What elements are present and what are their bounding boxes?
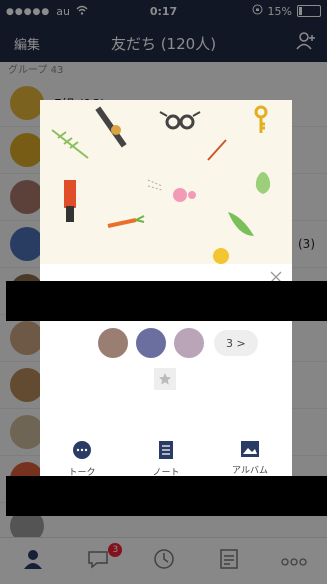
avatar [96, 326, 130, 360]
album-button[interactable]: アルバム [208, 440, 292, 476]
note-icon [158, 440, 174, 463]
card-actions: トーク ノート アルバム [40, 440, 292, 476]
avatar [172, 326, 206, 360]
album-icon [240, 440, 260, 461]
talk-label: トーク [68, 468, 96, 476]
note-button[interactable]: ノート [124, 440, 208, 476]
more-members-button[interactable]: 3 > [214, 330, 258, 356]
favorite-star-icon[interactable] [154, 368, 176, 390]
close-icon[interactable] [270, 268, 282, 283]
member-avatars[interactable]: 3 > [96, 326, 258, 360]
album-label: アルバム [232, 466, 268, 476]
note-label: ノート [152, 468, 180, 476]
talk-button[interactable]: トーク [40, 440, 124, 476]
redaction-bar [6, 476, 327, 516]
redaction-bar [6, 281, 327, 321]
cover-image [40, 100, 292, 264]
chat-bubble-icon [71, 440, 93, 463]
avatar [134, 326, 168, 360]
